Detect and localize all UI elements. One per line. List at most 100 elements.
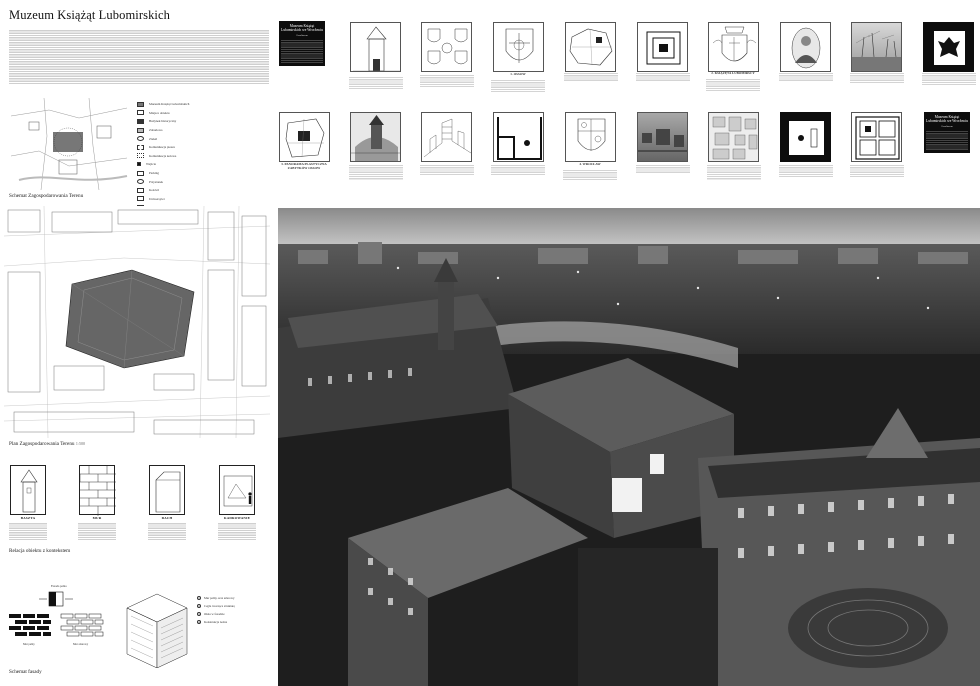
tile-caption-lines [706, 78, 760, 92]
crest-icon [505, 28, 534, 63]
tile-caption-lines [491, 164, 545, 176]
relation-tile-mur [79, 465, 116, 516]
portrait-icon [791, 27, 821, 69]
legend-symbol [137, 196, 144, 202]
museum-card-top: Muzeum Książąt Lubomirskich we Wrocławiu… [279, 21, 325, 67]
tile-eagle [923, 22, 974, 72]
facade-note-text: Konstrukcja nośna [204, 620, 228, 624]
legend-label: Komunikacja piesza [149, 145, 175, 150]
legend-item: Budynek historyczny [137, 117, 271, 126]
facade-note: 3 Okna w fasadzie [197, 610, 271, 618]
left-column: Muzeum Książąt Lubomirskich Muzeum Książ… [0, 0, 273, 686]
trees-photo-icon [852, 30, 901, 71]
brick-wall-icon [79, 466, 116, 516]
floor-plan-icon [285, 118, 325, 158]
legend-symbol [137, 118, 144, 124]
facade-axonometric [126, 593, 188, 668]
tile-aerial [637, 112, 688, 162]
tower-drawing-icon [353, 26, 400, 71]
tile-caption: 4. WROCŁAW [563, 162, 617, 167]
tile-portrait [780, 22, 831, 72]
roof-shape-icon [155, 471, 181, 513]
historic-plan-icon [712, 116, 758, 160]
tile-map [565, 22, 616, 72]
tile-caption-lines [707, 164, 761, 180]
tile-crest-ossow [493, 22, 544, 72]
relation-description [9, 522, 47, 540]
legend-label: Miejsce obiektu [149, 110, 170, 115]
tile-sketch [421, 112, 472, 162]
tile-plan [279, 112, 330, 162]
museum-card-text-lines [281, 39, 323, 64]
legend-symbol [137, 170, 144, 176]
eagle-emblem-icon [934, 31, 965, 65]
schemat-map [9, 96, 131, 192]
tile-tower [350, 22, 401, 72]
plan-caption-text: Plan Zagospodarowania Terenu [9, 441, 75, 447]
legend-symbol [137, 144, 144, 150]
schemat-caption: Schemat Zagospodarowania Terenu [9, 193, 84, 199]
legend-item: Zabudowa [137, 126, 271, 135]
tile-caption: 3. PANORAMA PLASTYCZNA ZABYTKÓW OSSOW [277, 162, 331, 170]
relation-label: MUR [92, 516, 102, 520]
relation-description [218, 522, 256, 540]
tile-caption-lines [420, 164, 474, 176]
wroclaw-crest-icon [577, 118, 606, 151]
museum-card-title: Muzeum Książąt Lubomirskich we Wrocławiu [926, 115, 968, 124]
tile-crest-lubomirscy [708, 22, 759, 72]
legend-label: Wejście [146, 162, 157, 167]
legend-label: Komunikacja kołowa [149, 153, 177, 158]
tile-crest-wroclaw [565, 112, 616, 162]
museum-card-sub: Ossolineum [296, 34, 308, 38]
legend-symbol [137, 110, 144, 116]
legend-label: Muzeum Książąt Lubomirskich [149, 102, 190, 107]
poster-title: Muzeum Książąt Lubomirskich [9, 8, 170, 22]
legend-symbol [137, 162, 141, 167]
tile-caption-lines [636, 72, 690, 82]
relation-tile-kadrowanie [219, 465, 255, 515]
relation-label: KADROWANIE [223, 516, 251, 520]
legend-symbol [137, 101, 144, 107]
tile-caption-lines [420, 74, 474, 88]
legend-item: Wejście [137, 160, 271, 169]
tile-photo [851, 22, 902, 72]
framing-icon [223, 475, 253, 507]
facade-note-text: Cegła tworząca strukturę [204, 604, 235, 608]
tower-sketch-icon [20, 469, 38, 513]
tile-caption-title: 3. PANORAMA PLASTYCZNA ZABYTKÓW OSSOW [281, 162, 327, 170]
tile-crests [421, 22, 472, 72]
intro-text-block [9, 29, 269, 85]
relation-description [148, 522, 186, 540]
tile-caption-title: 2. KSIĄŻĘTA LUBOMIRSCY [711, 71, 755, 75]
legend-item: Miejsce obiektu [137, 109, 271, 118]
facade-note: 4 Konstrukcja nośna [197, 618, 271, 626]
legend-item: Zieleń [137, 134, 271, 143]
museum-card-title: Muzeum Książąt Lubomirskich we Wrocławiu [281, 24, 323, 33]
legend-label: Zabudowa [149, 128, 163, 133]
legend-symbol [137, 179, 144, 185]
legend-item: Komunikacja piesza [137, 143, 271, 152]
legend-item: Uniwersytet [137, 195, 271, 204]
grid-squares-icon [855, 116, 900, 160]
tile-caption-title: 1. OSSOW [510, 72, 526, 76]
facade-note-number: 4 [197, 620, 201, 624]
legend-label: Uniwersytet [149, 196, 165, 201]
tile-square-dark [637, 22, 688, 72]
tile-caption: 1. OSSOW [491, 72, 545, 77]
tile-caption-lines [491, 79, 545, 93]
legend-label: Zieleń [149, 136, 158, 141]
facade-note-number: 1 [197, 596, 201, 600]
dot-square-icon [789, 121, 824, 155]
tile-caption-lines [636, 164, 690, 174]
facade-label-right: Mur ażurowy [73, 643, 89, 646]
tile-caption-lines [564, 72, 618, 82]
relation-description [78, 522, 116, 540]
tile-caption-lines [563, 169, 617, 181]
legend-symbol [137, 136, 144, 142]
museum-card-text-lines [926, 130, 968, 151]
street-sketch-icon [423, 118, 471, 158]
tile-caption-lines [779, 72, 833, 82]
tile-caption-lines [349, 164, 403, 180]
tile-section [493, 112, 544, 162]
legend-item: Kościół [137, 186, 271, 195]
